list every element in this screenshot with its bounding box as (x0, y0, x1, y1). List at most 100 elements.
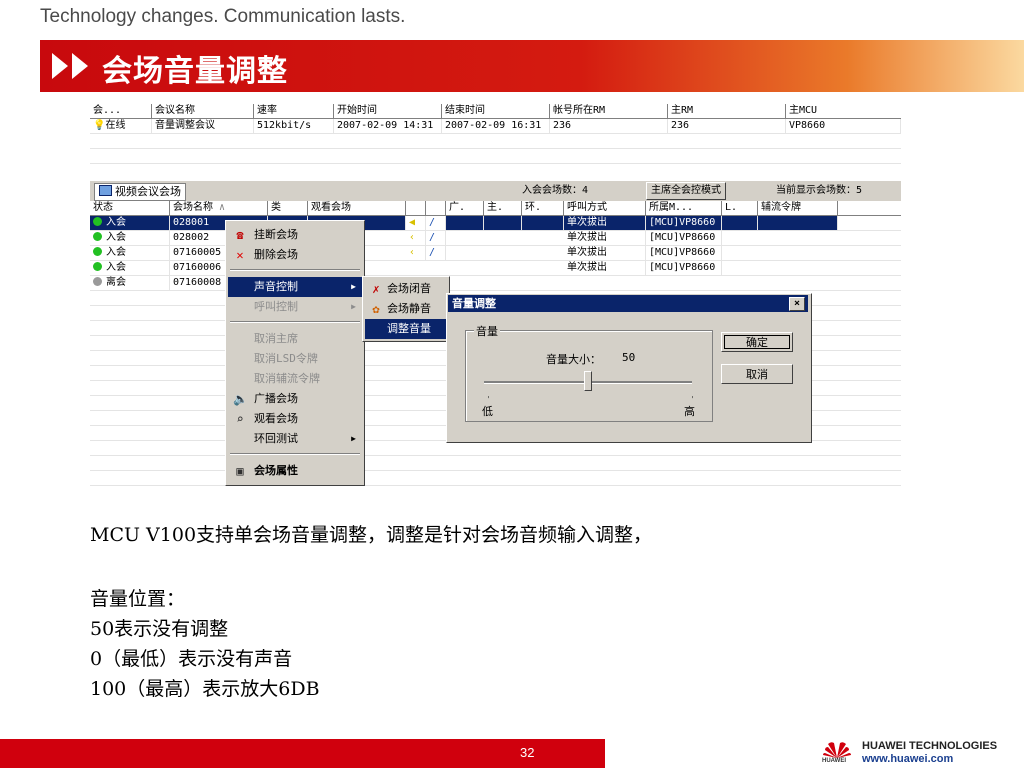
status-dot-icon (93, 277, 102, 286)
table-row[interactable]: 入会 028001 ◀ / 单次拔出 [MCU]VP8660 (90, 216, 901, 231)
table-row-empty (90, 456, 901, 471)
menu-item-site-silence[interactable]: ✿ 会场静音 (365, 299, 447, 319)
menu-item-label: 取消主席 (254, 332, 298, 345)
status-cell: 💡在线 (90, 119, 152, 133)
table-row[interactable]: 入会 028002 ‹ / 单次拔出 [MCU]VP8660 (90, 231, 901, 246)
volume-slider-thumb[interactable] (584, 371, 592, 391)
logo-text: HUAWEI (822, 758, 846, 764)
column-header[interactable]: 会议名称 (152, 104, 254, 118)
column-header[interactable]: 所属M... (646, 201, 722, 215)
call-mode: 单次拔出 (564, 246, 646, 260)
table-row-empty (90, 149, 901, 164)
column-header[interactable]: 会... (90, 104, 152, 118)
status-cell: 入会 (90, 231, 170, 245)
owner-mcu: [MCU]VP8660 (646, 231, 722, 245)
speaker-icon: ‹ (409, 247, 416, 258)
table-cell: ◀ (406, 216, 426, 230)
column-header[interactable]: 类 (268, 201, 308, 215)
tagline: Technology changes. Communication lasts. (40, 6, 406, 27)
table-row[interactable]: 入会 07160005 ‹ / 单次拔出 [MCU]VP8660 (90, 246, 901, 261)
body-line: MCU V100支持单会场音量调整，调整是针对会场音频输入调整， (90, 524, 653, 546)
status-text: 离会 (106, 277, 126, 288)
site-table-header: 状态 会场名称 ∧ 类 观看会场 广. 主. 环. 呼叫方式 所属M... L.… (90, 201, 901, 216)
submenu-arrow-icon: ▶ (351, 302, 356, 311)
table-cell (446, 216, 484, 230)
column-header[interactable]: 状态 (90, 201, 170, 215)
table-row[interactable]: 离会 07160008 (90, 276, 901, 291)
menu-item-loopback-test[interactable]: 环回测试 ▶ (228, 429, 362, 449)
hangup-icon: ☎ (236, 228, 244, 242)
table-cell: / (426, 231, 446, 245)
menu-item-label: 删除会场 (254, 248, 298, 261)
mic-mute-icon: ✗ (372, 282, 380, 296)
chairman-mode-button[interactable]: 主席全会控模式 (646, 182, 726, 200)
conference-table: 会... 会议名称 速率 开始时间 结束时间 帐号所在RM 主RM 主MCU 💡… (90, 104, 901, 164)
column-header[interactable]: 开始时间 (334, 104, 442, 118)
column-header[interactable]: 会场名称 ∧ (170, 201, 268, 215)
column-header[interactable]: 呼叫方式 (564, 201, 646, 215)
body-line: 50表示没有调整 (90, 618, 229, 640)
menu-item-broadcast-site[interactable]: 🔈 广播会场 (228, 389, 362, 409)
column-header[interactable] (426, 201, 446, 215)
menu-item-delete[interactable]: ✕ 删除会场 (228, 245, 362, 265)
column-header[interactable]: 环. (522, 201, 564, 215)
column-header[interactable]: 帐号所在RM (550, 104, 668, 118)
display-count: 当前显示会场数：5 (776, 185, 863, 196)
tab-video-conference-sites[interactable]: 视频会议会场 (94, 183, 186, 201)
table-cell: VP8660 (786, 119, 901, 133)
table-row[interactable]: 入会 07160006 单次拔出 [MCU]VP8660 (90, 261, 901, 276)
column-header[interactable]: 主. (484, 201, 522, 215)
status-cell: 入会 (90, 246, 170, 260)
double-arrow-icon (52, 53, 88, 79)
dialog-title: 音量调整 (452, 297, 496, 310)
menu-item-cancel-chair[interactable]: 取消主席 (228, 329, 362, 349)
call-mode: 单次拔出 (564, 261, 646, 275)
column-header[interactable]: 主MCU (786, 104, 901, 118)
menu-item-adjust-volume[interactable]: 调整音量 (365, 319, 447, 339)
table-row[interactable]: 💡在线 音量调整会议 512kbit/s 2007-02-09 14:31 20… (90, 119, 901, 134)
menu-item-view-site[interactable]: ⌕ 观看会场 (228, 409, 362, 429)
menu-item-site-properties[interactable]: ▣ 会场属性 (228, 461, 362, 481)
menu-item-cancel-aux-token[interactable]: 取消辅流令牌 (228, 369, 362, 389)
column-header[interactable]: 速率 (254, 104, 334, 118)
menu-item-label: 取消LSD令牌 (254, 352, 318, 365)
menu-item-cancel-lsd-token[interactable]: 取消LSD令牌 (228, 349, 362, 369)
close-button[interactable]: × (789, 297, 805, 311)
status-cell: 入会 (90, 216, 170, 230)
table-row-empty (90, 441, 901, 456)
group-label: 音量 (474, 323, 500, 339)
cancel-button[interactable]: 取消 (721, 364, 793, 384)
body-line: 100（最高）表示放大6DB (90, 678, 320, 700)
ok-button[interactable]: 确定 (721, 332, 793, 352)
menu-separator (230, 453, 360, 455)
status-dot-icon (93, 232, 102, 241)
huawei-logo-icon (823, 742, 851, 758)
menu-item-sound-control[interactable]: 声音控制 ▶ (228, 277, 362, 297)
menu-item-hangup[interactable]: ☎ 挂断会场 (228, 225, 362, 245)
joined-count: 入会会场数：4 (522, 185, 589, 196)
table-cell: 音量调整会议 (152, 119, 254, 133)
column-header[interactable]: 观看会场 (308, 201, 406, 215)
column-header[interactable]: 广. (446, 201, 484, 215)
dialog-title-bar: 音量调整 × (448, 295, 808, 312)
menu-item-label: 挂断会场 (254, 228, 298, 241)
menu-item-call-control[interactable]: 呼叫控制 ▶ (228, 297, 362, 317)
menu-item-label: 会场闭音 (387, 282, 431, 295)
column-header[interactable]: 主RM (668, 104, 786, 118)
monitor-icon (99, 185, 112, 196)
table-cell: ‹ (406, 231, 426, 245)
submenu-arrow-icon: ▶ (351, 282, 356, 291)
menu-item-site-mute-mic[interactable]: ✗ 会场闭音 (365, 279, 447, 299)
column-header[interactable]: 结束时间 (442, 104, 550, 118)
properties-icon: ▣ (236, 464, 244, 478)
app-screenshot: 会... 会议名称 速率 开始时间 结束时间 帐号所在RM 主RM 主MCU 💡… (90, 104, 901, 489)
table-row-empty (90, 134, 901, 149)
table-cell: ‹ (406, 246, 426, 260)
column-header[interactable] (406, 201, 426, 215)
owner-mcu: [MCU]VP8660 (646, 246, 722, 260)
column-header[interactable]: L. (722, 201, 758, 215)
call-mode: 单次拔出 (564, 216, 646, 230)
menu-item-label: 声音控制 (254, 280, 298, 293)
column-header[interactable]: 辅流令牌 (758, 201, 838, 215)
status-dot-icon (93, 217, 102, 226)
